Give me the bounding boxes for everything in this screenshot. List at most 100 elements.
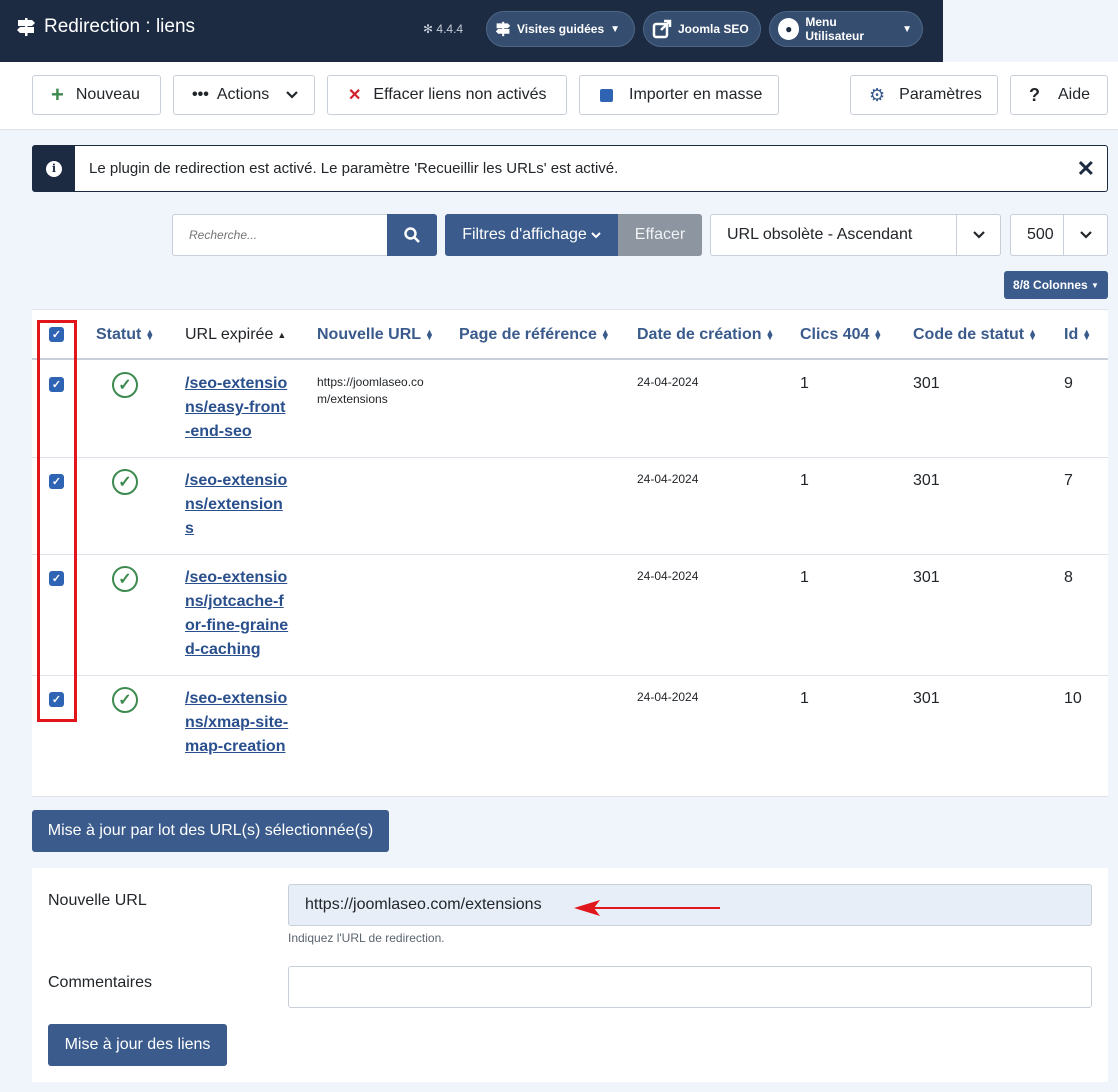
- old-url-link[interactable]: /seo-extensions/jotcache-for-fine-graine…: [185, 566, 290, 662]
- old-url-link[interactable]: /seo-extensions/easy-front-end-seo: [185, 372, 290, 444]
- batch-form: Nouvelle URL https://joomlaseo.com/exten…: [32, 868, 1108, 1082]
- limit-select[interactable]: 500: [1010, 214, 1108, 256]
- new-button[interactable]: + Nouveau: [32, 75, 161, 115]
- limit-select-value: 500: [1027, 226, 1054, 243]
- published-check-icon[interactable]: ✓: [112, 372, 138, 398]
- clear-button-label: Effacer: [634, 226, 686, 243]
- joomla-icon: ✻: [423, 22, 434, 36]
- user-menu-label: Menu Utilisateur: [805, 15, 865, 43]
- options-button-label: Paramètres: [899, 86, 982, 103]
- clear-button[interactable]: Effacer: [618, 214, 702, 256]
- update-links-button[interactable]: Mise à jour des liens: [48, 1024, 227, 1066]
- chevron-down-icon: [591, 232, 601, 239]
- red-arrow-icon: [574, 900, 720, 916]
- joomla-version: ✻ 4.4.4: [423, 22, 464, 36]
- chevron-down-icon: [1063, 215, 1107, 255]
- hits-cell: 1: [800, 690, 809, 707]
- hits-cell: 1: [800, 569, 809, 586]
- signpost-icon: [495, 21, 511, 37]
- code-cell: 301: [913, 375, 940, 392]
- row-divider: [32, 457, 1108, 458]
- published-check-icon[interactable]: ✓: [112, 469, 138, 495]
- new-url-hint: Indiquez l'URL de redirection.: [288, 931, 445, 945]
- row-divider: [32, 675, 1108, 676]
- header-new-url[interactable]: Nouvelle URL ▲ ▼: [317, 326, 434, 344]
- columns-label: 8/8 Colonnes: [1013, 278, 1088, 292]
- import-button[interactable]: Importer en masse: [579, 75, 779, 115]
- alert-icon-box: i: [33, 146, 75, 191]
- hits-cell: 1: [800, 472, 809, 489]
- filter-options-button[interactable]: Filtres d'affichage: [445, 214, 618, 256]
- chevron-down-icon: [286, 91, 299, 99]
- columns-button[interactable]: 8/8 Colonnes ▼: [1004, 271, 1108, 299]
- user-icon: ●: [778, 18, 800, 40]
- chevron-down-icon: ▼: [610, 23, 621, 35]
- created-date-cell: 24-04-2024: [637, 690, 699, 704]
- options-button[interactable]: ⚙ Paramètres: [850, 75, 998, 115]
- question-icon: ?: [1029, 84, 1040, 105]
- guided-tours-button[interactable]: Visites guidées ▼: [486, 11, 635, 47]
- header-created[interactable]: Date de création ▲ ▼: [637, 326, 774, 344]
- header-status[interactable]: Statut ▲ ▼: [96, 326, 154, 344]
- batch-update-label: Mise à jour par lot des URL(s) sélection…: [47, 822, 374, 839]
- filter-options-label: Filtres d'affichage: [462, 226, 587, 243]
- joomla-seo-button[interactable]: Joomla SEO: [643, 11, 761, 47]
- alert-message: Le plugin de redirection est activé. Le …: [89, 160, 619, 177]
- close-icon: ✕: [348, 87, 362, 104]
- header-referer[interactable]: Page de référence ▲ ▼: [459, 326, 610, 344]
- id-cell: 8: [1064, 569, 1073, 586]
- search-button[interactable]: [387, 214, 437, 256]
- close-alert-icon[interactable]: ✕: [1077, 156, 1095, 182]
- comment-input[interactable]: [288, 966, 1092, 1008]
- purge-button-label: Effacer liens non activés: [373, 86, 547, 103]
- page-title-text: Redirection : liens: [44, 16, 196, 37]
- redirect-table: ✓ Statut ▲ ▼ URL expirée ▲ Nouvelle URL ▲ ▼ P…: [32, 309, 1108, 797]
- sort-icon: ▲ ▼: [145, 327, 155, 342]
- purge-button[interactable]: ✕ Effacer liens non activés: [327, 75, 567, 115]
- header-divider: [32, 358, 1108, 360]
- header-hits[interactable]: Clics 404 ▲ ▼: [800, 326, 882, 344]
- help-button-label: Aide: [1058, 86, 1091, 103]
- sort-icon: ▲ ▼: [1082, 327, 1092, 342]
- import-button-label: Importer en masse: [629, 86, 763, 103]
- code-cell: 301: [913, 690, 940, 707]
- old-url-link[interactable]: /seo-extensions/xmap-site-map-creation: [185, 687, 290, 759]
- row-divider: [32, 796, 1108, 797]
- ellipsis-icon: •••: [192, 86, 209, 103]
- search-icon: [404, 227, 420, 243]
- help-button[interactable]: ? Aide: [1010, 75, 1108, 115]
- batch-update-toggle-button[interactable]: Mise à jour par lot des URL(s) sélection…: [32, 810, 389, 852]
- sort-asc-icon: ▲: [277, 330, 287, 340]
- id-cell: 7: [1064, 472, 1073, 489]
- plus-icon: +: [51, 82, 64, 107]
- toolbar: + Nouveau ••• Actions ✕ Effacer liens no…: [0, 62, 1118, 130]
- sort-select-value: URL obsolète - Ascendant: [727, 226, 913, 243]
- actions-dropdown[interactable]: ••• Actions: [173, 75, 315, 115]
- gear-icon: ⚙: [869, 84, 886, 105]
- header-id[interactable]: Id ▲ ▼: [1064, 326, 1091, 344]
- user-menu-button[interactable]: ● Menu Utilisateur ▼: [769, 11, 923, 47]
- new-button-label: Nouveau: [75, 86, 140, 103]
- sort-select[interactable]: URL obsolète - Ascendant: [710, 214, 1001, 256]
- joomla-seo-label: Joomla SEO: [678, 22, 749, 36]
- published-check-icon[interactable]: ✓: [112, 566, 138, 592]
- square-icon: [600, 88, 613, 102]
- header-code[interactable]: Code de statut ▲ ▼: [913, 326, 1037, 344]
- guided-tours-label: Visites guidées: [517, 22, 605, 36]
- id-cell: 9: [1064, 375, 1073, 392]
- caret-down-icon: ▼: [1091, 280, 1099, 290]
- new-url-label: Nouvelle URL: [48, 892, 147, 909]
- search-input[interactable]: [172, 214, 388, 256]
- actions-label: Actions: [216, 86, 270, 103]
- comment-label: Commentaires: [48, 974, 153, 991]
- info-alert: i Le plugin de redirection est activé. L…: [32, 145, 1108, 192]
- published-check-icon[interactable]: ✓: [112, 687, 138, 713]
- old-url-link[interactable]: /seo-extensions/extensions: [185, 469, 290, 541]
- sort-icon: ▲ ▼: [765, 327, 775, 342]
- sort-icon: ▲ ▼: [425, 327, 434, 342]
- signpost-icon: [17, 18, 35, 36]
- created-date-cell: 24-04-2024: [637, 569, 699, 583]
- header-old-url[interactable]: URL expirée ▲: [185, 326, 286, 344]
- update-links-label: Mise à jour des liens: [64, 1036, 211, 1053]
- sort-icon: ▲ ▼: [1028, 327, 1038, 342]
